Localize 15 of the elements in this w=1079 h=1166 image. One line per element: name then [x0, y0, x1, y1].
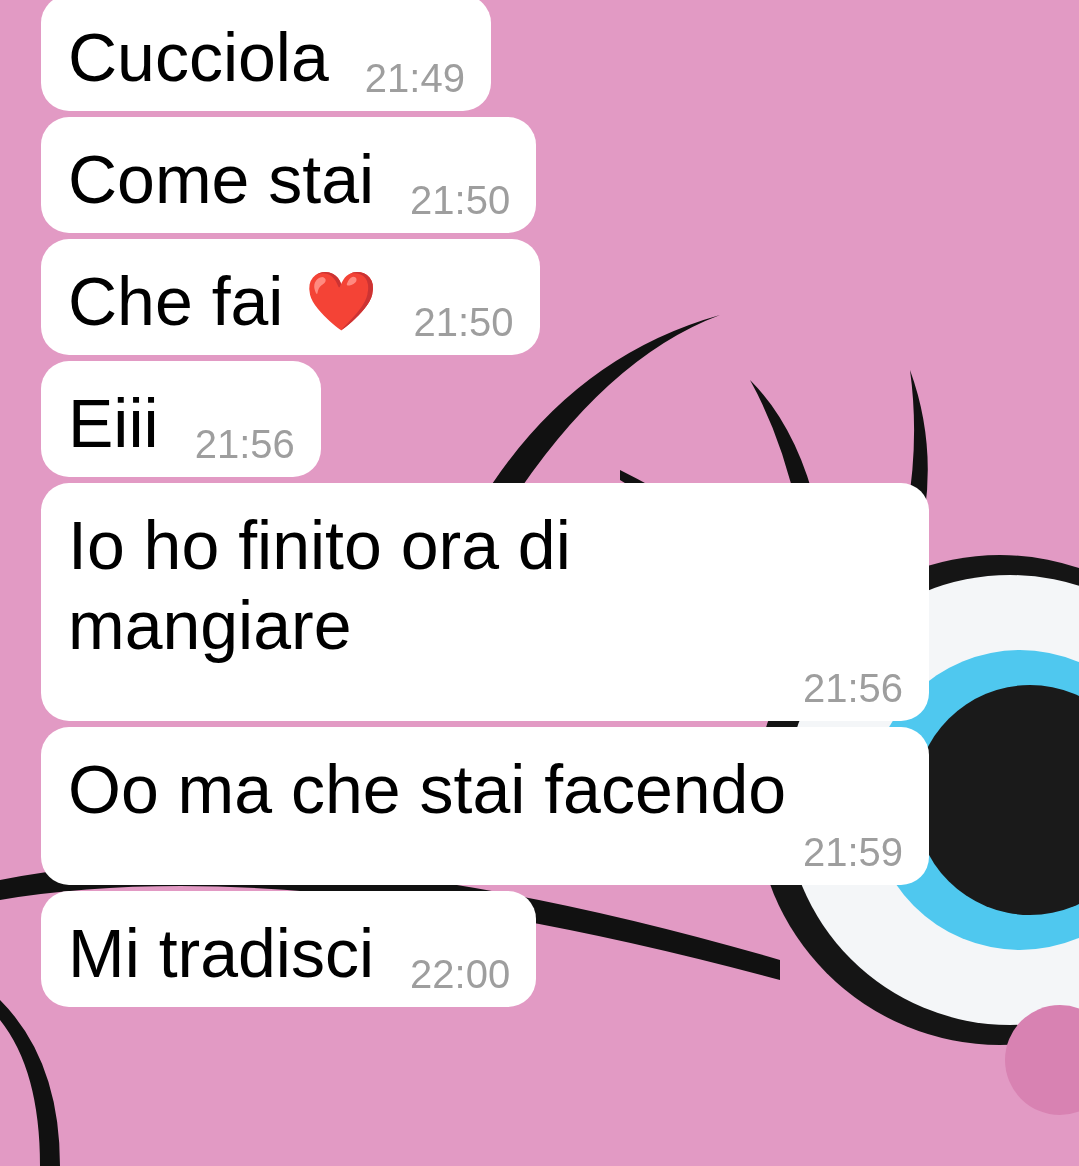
message-text: Oo ma che stai facendo [68, 750, 787, 829]
message-text: Eiii [68, 384, 159, 463]
message-time: 21:56 [194, 421, 295, 467]
message-time: 21:56 [802, 665, 903, 711]
message-time: 21:59 [802, 829, 903, 875]
message-text: Che fai [68, 262, 284, 341]
message-text: Io ho finito ora di mangiare [68, 506, 572, 665]
message-time: 21:50 [410, 177, 511, 223]
message-time: 21:49 [364, 55, 465, 101]
message-text: Cucciola [68, 18, 329, 97]
message-time: 21:50 [413, 299, 514, 345]
heart-emoji: ❤ [305, 266, 378, 337]
message-text: Mi tradisci [68, 914, 375, 993]
message-time: 22:00 [410, 951, 511, 997]
message-text: Come stai [68, 140, 375, 219]
